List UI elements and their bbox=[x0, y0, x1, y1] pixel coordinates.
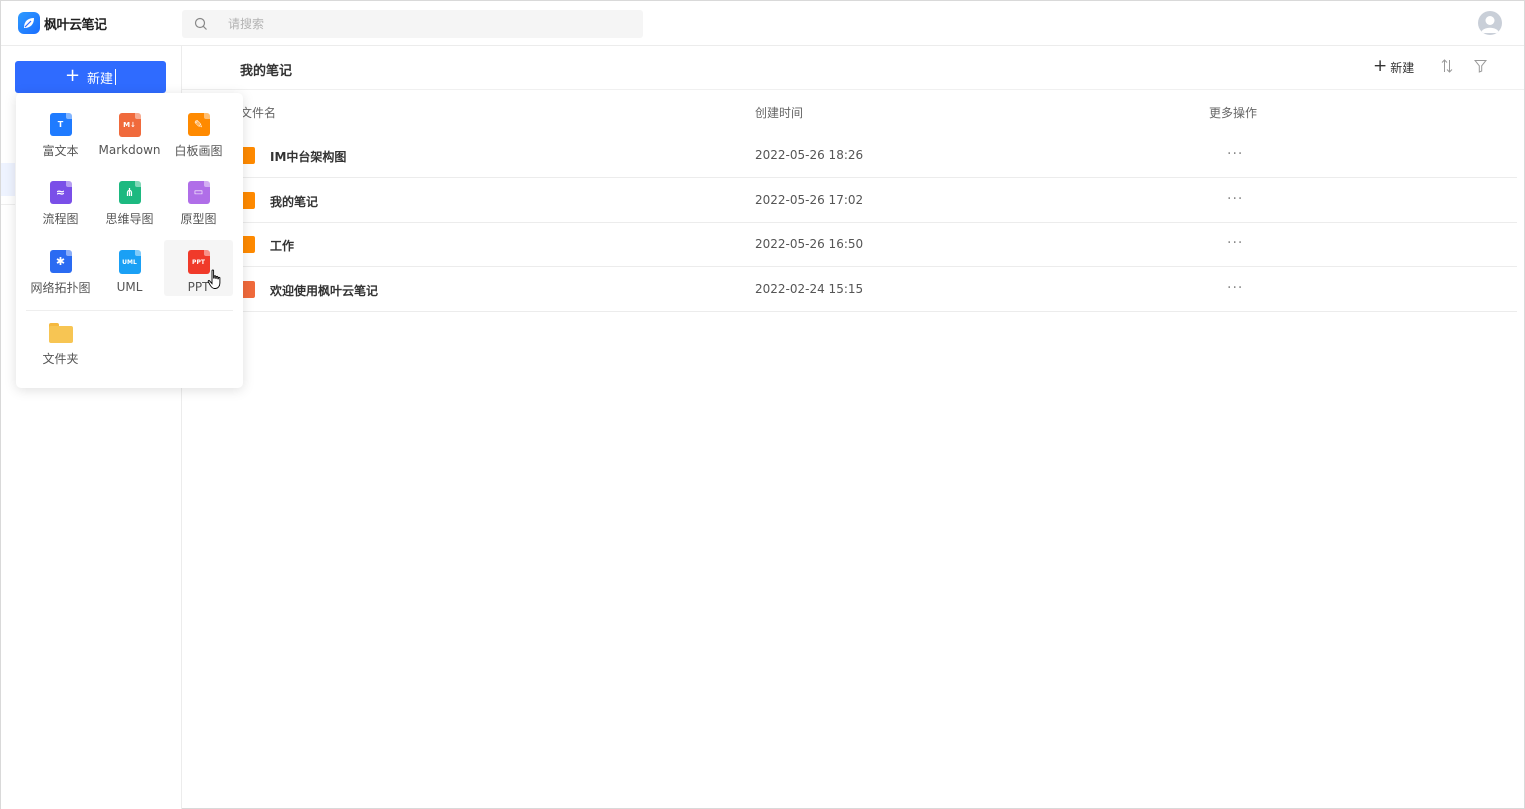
prototype-icon: ▭ bbox=[187, 181, 210, 204]
page-title: 我的笔记 bbox=[240, 64, 293, 79]
new-menu-item-uml[interactable]: UML UML bbox=[95, 240, 164, 296]
created-time: 2022-02-24 15:15 bbox=[755, 282, 864, 296]
new-menu-dropdown: T 富文本 M↓ Markdown ✎ 白板画图 ≈ 流程图 ⋔ 思维导图 ▭ … bbox=[16, 93, 243, 388]
flowchart-icon: ≈ bbox=[49, 181, 72, 204]
search-box[interactable] bbox=[182, 10, 643, 38]
plus-icon: + bbox=[1373, 56, 1388, 76]
whiteboard-icon bbox=[241, 147, 255, 164]
table-row[interactable]: IM中台架构图 2022-05-26 18:26 ··· bbox=[231, 134, 1517, 178]
header-divider bbox=[182, 89, 1524, 90]
menu-item-label: UML bbox=[116, 280, 143, 294]
top-bar: 枫叶云笔记 bbox=[1, 1, 1524, 46]
app-name: 枫叶云笔记 bbox=[44, 17, 107, 33]
new-menu-item-folder[interactable]: 文件夹 bbox=[26, 311, 95, 367]
more-actions-button[interactable]: ··· bbox=[1227, 235, 1243, 251]
menu-item-label: 富文本 bbox=[42, 144, 79, 158]
toolbar-new-button[interactable]: + 新建 bbox=[1373, 56, 1415, 76]
new-menu-item-mindmap[interactable]: ⋔ 思维导图 bbox=[95, 171, 164, 227]
new-menu-item-rich-text[interactable]: T 富文本 bbox=[26, 103, 95, 159]
menu-item-label: 白板画图 bbox=[174, 144, 223, 158]
sort-icon[interactable] bbox=[1441, 59, 1453, 73]
more-actions-button[interactable]: ··· bbox=[1227, 191, 1243, 207]
new-menu-item-network-topology[interactable]: ✱ 网络拓扑图 bbox=[26, 240, 95, 296]
markdown-icon: M↓ bbox=[118, 113, 141, 137]
created-time: 2022-05-26 17:02 bbox=[755, 193, 864, 207]
column-header-created[interactable]: 创建时间 bbox=[755, 104, 803, 121]
file-name[interactable]: 工作 bbox=[270, 237, 294, 254]
mindmap-icon: ⋔ bbox=[118, 181, 141, 204]
whiteboard-icon: ✎ bbox=[187, 113, 210, 136]
plus-icon: + bbox=[64, 65, 81, 86]
whiteboard-icon bbox=[241, 236, 255, 253]
network-topology-icon: ✱ bbox=[49, 250, 72, 273]
created-time: 2022-05-26 18:26 bbox=[755, 148, 864, 162]
menu-item-label: Markdown bbox=[98, 143, 161, 157]
created-time: 2022-05-26 16:50 bbox=[755, 237, 864, 251]
rich-text-icon: T bbox=[49, 113, 72, 136]
new-menu-item-flowchart[interactable]: ≈ 流程图 bbox=[26, 171, 95, 227]
hand-pointer-icon bbox=[207, 269, 221, 289]
table-row[interactable]: 我的笔记 2022-05-26 17:02 ··· bbox=[231, 179, 1517, 223]
filter-icon[interactable] bbox=[1474, 59, 1487, 73]
menu-item-label: 思维导图 bbox=[105, 212, 154, 226]
user-avatar[interactable] bbox=[1478, 11, 1502, 35]
markdown-icon bbox=[241, 281, 255, 298]
app-logo[interactable]: 枫叶云笔记 bbox=[18, 11, 107, 35]
new-button-label: 新建 bbox=[87, 71, 114, 87]
menu-item-label: 文件夹 bbox=[42, 352, 79, 366]
user-avatar-icon bbox=[1481, 16, 1499, 33]
whiteboard-icon bbox=[241, 192, 255, 209]
more-actions-button[interactable]: ··· bbox=[1227, 146, 1243, 162]
new-menu-item-markdown[interactable]: M↓ Markdown bbox=[95, 103, 164, 159]
menu-item-label: 网络拓扑图 bbox=[30, 281, 91, 295]
sidebar-selected-item[interactable] bbox=[1, 163, 15, 196]
toolbar-new-label: 新建 bbox=[1390, 61, 1415, 75]
sidebar-divider bbox=[1, 204, 15, 205]
uml-icon: UML bbox=[118, 250, 141, 274]
search-input[interactable] bbox=[228, 17, 608, 31]
text-caret bbox=[115, 69, 117, 85]
file-name[interactable]: 我的笔记 bbox=[270, 193, 318, 210]
menu-item-label: 流程图 bbox=[42, 212, 79, 226]
new-menu-item-whiteboard[interactable]: ✎ 白板画图 bbox=[164, 103, 233, 159]
menu-item-label: 原型图 bbox=[180, 212, 217, 226]
new-button[interactable]: + 新建 bbox=[15, 61, 166, 93]
file-name[interactable]: 欢迎使用枫叶云笔记 bbox=[270, 282, 378, 299]
file-name[interactable]: IM中台架构图 bbox=[270, 148, 346, 165]
table-row[interactable]: 工作 2022-05-26 16:50 ··· bbox=[231, 223, 1517, 267]
table-row[interactable]: 欢迎使用枫叶云笔记 2022-02-24 15:15 ··· bbox=[231, 268, 1517, 312]
search-icon bbox=[194, 17, 207, 30]
column-header-actions: 更多操作 bbox=[1209, 106, 1258, 120]
app-window: 枫叶云笔记 + 新建 T 富文本 M↓ Markdown bbox=[0, 0, 1525, 809]
column-header-name[interactable]: 文件名 bbox=[240, 104, 276, 121]
new-menu-item-prototype[interactable]: ▭ 原型图 bbox=[164, 171, 233, 227]
leaf-logo-icon bbox=[18, 12, 40, 34]
more-actions-button[interactable]: ··· bbox=[1227, 280, 1243, 296]
folder-icon bbox=[48, 323, 73, 343]
